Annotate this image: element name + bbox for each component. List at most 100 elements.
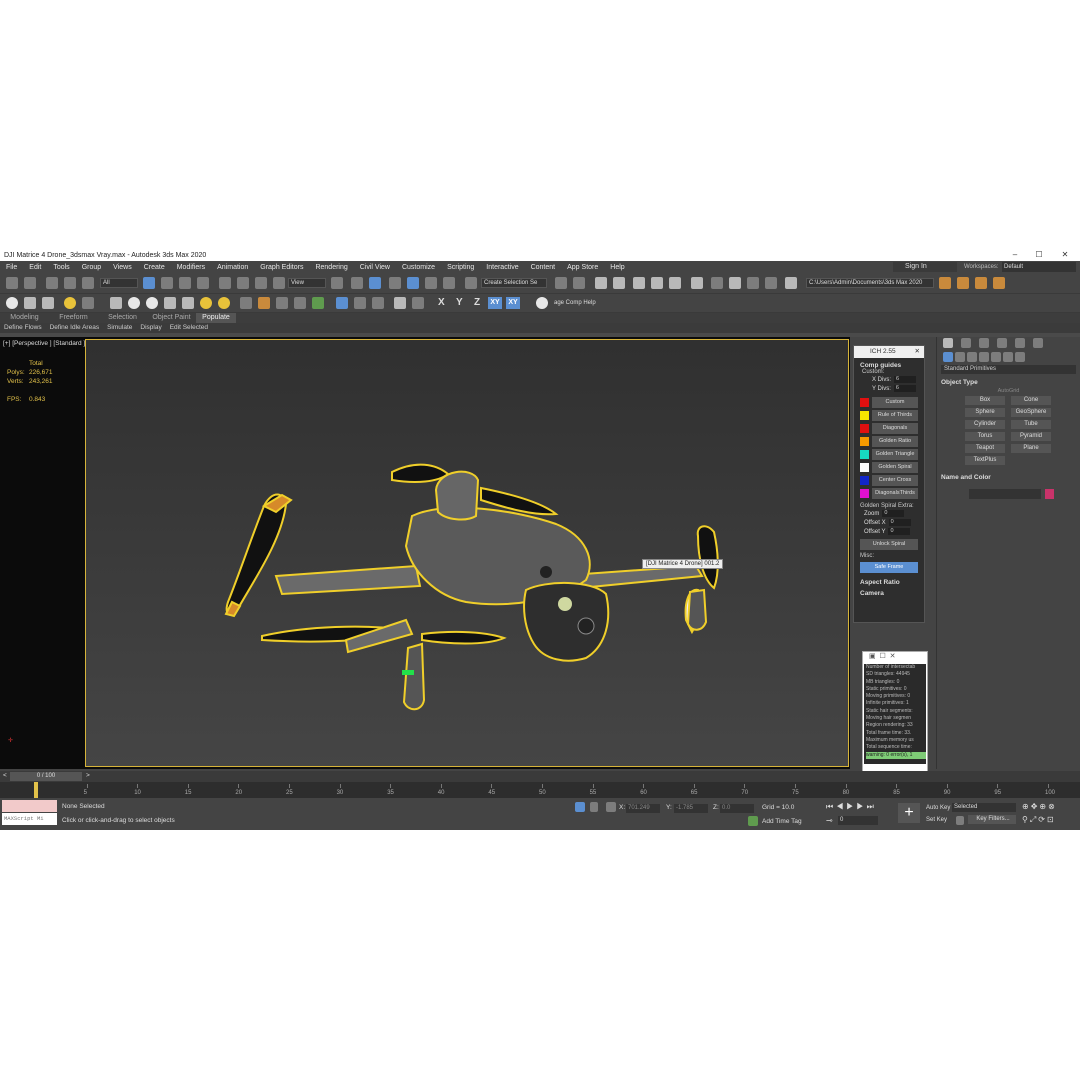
render-messages-titlebar[interactable]: ▣ ☐ ✕ xyxy=(863,652,927,662)
link-icon[interactable] xyxy=(46,277,58,289)
render-production-icon[interactable] xyxy=(747,277,759,289)
selection-filter-dropdown[interactable]: All xyxy=(100,278,138,288)
object-button-teapot[interactable]: Teapot xyxy=(965,444,1005,453)
set-key-button[interactable]: Set Key xyxy=(924,816,947,825)
menu-animation[interactable]: Animation xyxy=(211,264,254,271)
select-object-icon[interactable] xyxy=(143,277,155,289)
schematic-view-icon[interactable] xyxy=(669,277,681,289)
time-slider-next-icon[interactable]: > xyxy=(86,772,90,779)
guide-color-swatch[interactable] xyxy=(860,437,869,446)
spinner-snap-icon[interactable] xyxy=(443,277,455,289)
project-settings-icon[interactable] xyxy=(993,277,1005,289)
object-button-plane[interactable]: Plane xyxy=(1011,444,1051,453)
current-frame-field[interactable]: 0 xyxy=(838,816,878,825)
object-type-header[interactable]: Object Type xyxy=(941,378,1076,388)
geometry-icon[interactable] xyxy=(943,352,953,362)
time-slider[interactable]: < 0 / 100 > xyxy=(0,771,1080,782)
menu-views[interactable]: Views xyxy=(107,264,138,271)
decal-icon[interactable] xyxy=(294,297,306,309)
primitive-category-dropdown[interactable]: Standard Primitives xyxy=(941,365,1076,374)
key-mode-toggle-icon[interactable]: ⊸ xyxy=(826,816,833,825)
ribbon-tab-selection[interactable]: Selection xyxy=(98,313,147,323)
cameras-icon[interactable] xyxy=(979,352,989,362)
vray-material-icon[interactable] xyxy=(336,297,348,309)
auto-key-button[interactable]: Auto Key xyxy=(924,804,950,813)
object-button-geosphere[interactable]: GeoSphere xyxy=(1011,408,1051,417)
close-button[interactable]: ✕ xyxy=(1054,249,1076,261)
keyboard-shortcut-override-icon[interactable] xyxy=(369,277,381,289)
unlock-spiral-button[interactable]: Unlock Spiral xyxy=(860,539,918,550)
edit-named-selection-icon[interactable] xyxy=(465,277,477,289)
render-element-icon[interactable] xyxy=(82,297,94,309)
xy-plane-constraint[interactable]: XY xyxy=(488,297,502,309)
percent-snap-icon[interactable] xyxy=(425,277,437,289)
y-coordinate-field[interactable]: -1.785 xyxy=(674,804,708,813)
menu-content[interactable]: Content xyxy=(525,264,562,271)
helpers-icon[interactable] xyxy=(991,352,1001,362)
selection-set-dropdown[interactable]: Selected xyxy=(952,803,1016,812)
zoom-value[interactable]: 0 xyxy=(882,510,905,517)
save-project-icon[interactable] xyxy=(975,277,987,289)
lock-selection-icon[interactable] xyxy=(590,802,598,812)
safe-frame-area[interactable] xyxy=(85,339,849,767)
menu-modifiers[interactable]: Modifiers xyxy=(171,264,211,271)
cloud-icon[interactable] xyxy=(24,297,36,309)
menu-scripting[interactable]: Scripting xyxy=(441,264,480,271)
track-bar[interactable]: 5 10 15 20 25 30 35 40 45 50 55 60 65 70 75 80 85 90 95 100 xyxy=(0,782,1080,798)
material-editor-icon[interactable] xyxy=(691,277,703,289)
lights-icon[interactable] xyxy=(967,352,977,362)
xdivs-value[interactable]: 6 xyxy=(894,376,917,383)
rendered-frame-window-icon[interactable] xyxy=(729,277,741,289)
xy-plane-cycle-constraint[interactable]: XY xyxy=(506,297,520,309)
object-button-pyramid[interactable]: Pyramid xyxy=(1011,432,1051,441)
menu-rendering[interactable]: Rendering xyxy=(309,264,353,271)
mesh-light-icon[interactable] xyxy=(164,297,176,309)
time-tag-icon[interactable] xyxy=(748,816,758,826)
viewport-perspective[interactable]: [+] [Perspective ] [Standard ] [Default … xyxy=(0,337,850,769)
viewport-navigation-icons-row2[interactable]: ⚲⤢⟳⊡ xyxy=(1022,815,1056,825)
name-color-header[interactable]: Name and Color xyxy=(941,473,1076,483)
comp-guides-rollout[interactable]: Comp guides xyxy=(860,362,924,369)
create-tab-icon[interactable] xyxy=(943,338,953,348)
menu-app-store[interactable]: App Store xyxy=(561,264,604,271)
menu-group[interactable]: Group xyxy=(76,264,107,271)
object-button-box[interactable]: Box xyxy=(965,396,1005,405)
workspaces-dropdown[interactable]: Default xyxy=(1002,262,1076,272)
sun-light-icon[interactable] xyxy=(200,297,212,309)
utilities-tab-icon[interactable] xyxy=(1033,338,1043,348)
isolate-selection-icon[interactable] xyxy=(575,802,585,812)
object-button-cylinder[interactable]: Cylinder xyxy=(965,420,1005,429)
scale-icon[interactable] xyxy=(255,277,267,289)
object-color-swatch[interactable] xyxy=(1045,489,1054,499)
ribbon-button-define-flows[interactable]: Define Flows xyxy=(0,323,46,333)
vray-fur-icon[interactable] xyxy=(372,297,384,309)
ydivs-value[interactable]: 6 xyxy=(893,385,916,392)
aspect-ratio-rollout[interactable]: Aspect Ratio xyxy=(860,579,924,586)
snaps-toggle-icon[interactable] xyxy=(389,277,401,289)
dome-light-icon[interactable] xyxy=(128,297,140,309)
object-button-textplus[interactable]: TextPlus xyxy=(965,456,1005,465)
key-filter-icon[interactable] xyxy=(956,816,964,825)
menu-create[interactable]: Create xyxy=(138,264,171,271)
render-in-cloud-icon[interactable] xyxy=(765,277,777,289)
ydivs-spinner[interactable]: Y Divs: 6 xyxy=(872,384,924,393)
named-selection-set-dropdown[interactable]: Create Selection Se xyxy=(481,278,547,288)
guide-button[interactable]: Custom xyxy=(872,397,918,408)
placement-icon[interactable] xyxy=(273,277,285,289)
guide-button[interactable]: Golden Triangle xyxy=(872,449,918,460)
layer-explorer-icon[interactable] xyxy=(613,277,625,289)
drone-model[interactable] xyxy=(86,340,849,767)
motion-tab-icon[interactable] xyxy=(997,338,1007,348)
x-axis-constraint[interactable]: X xyxy=(438,297,445,309)
mirror-icon[interactable] xyxy=(555,277,567,289)
menu-edit[interactable]: Edit xyxy=(23,264,47,271)
angle-snap-icon[interactable] xyxy=(407,277,419,289)
image-comp-helper-icon[interactable] xyxy=(536,297,548,309)
object-button-tube[interactable]: Tube xyxy=(1011,420,1051,429)
hierarchy-tab-icon[interactable] xyxy=(979,338,989,348)
select-manipulate-icon[interactable] xyxy=(351,277,363,289)
guide-button[interactable]: Center Cross xyxy=(872,475,918,486)
guide-color-swatch[interactable] xyxy=(860,424,869,433)
offset-y-value[interactable]: 0 xyxy=(888,528,911,535)
scene-explorer-icon[interactable] xyxy=(595,277,607,289)
